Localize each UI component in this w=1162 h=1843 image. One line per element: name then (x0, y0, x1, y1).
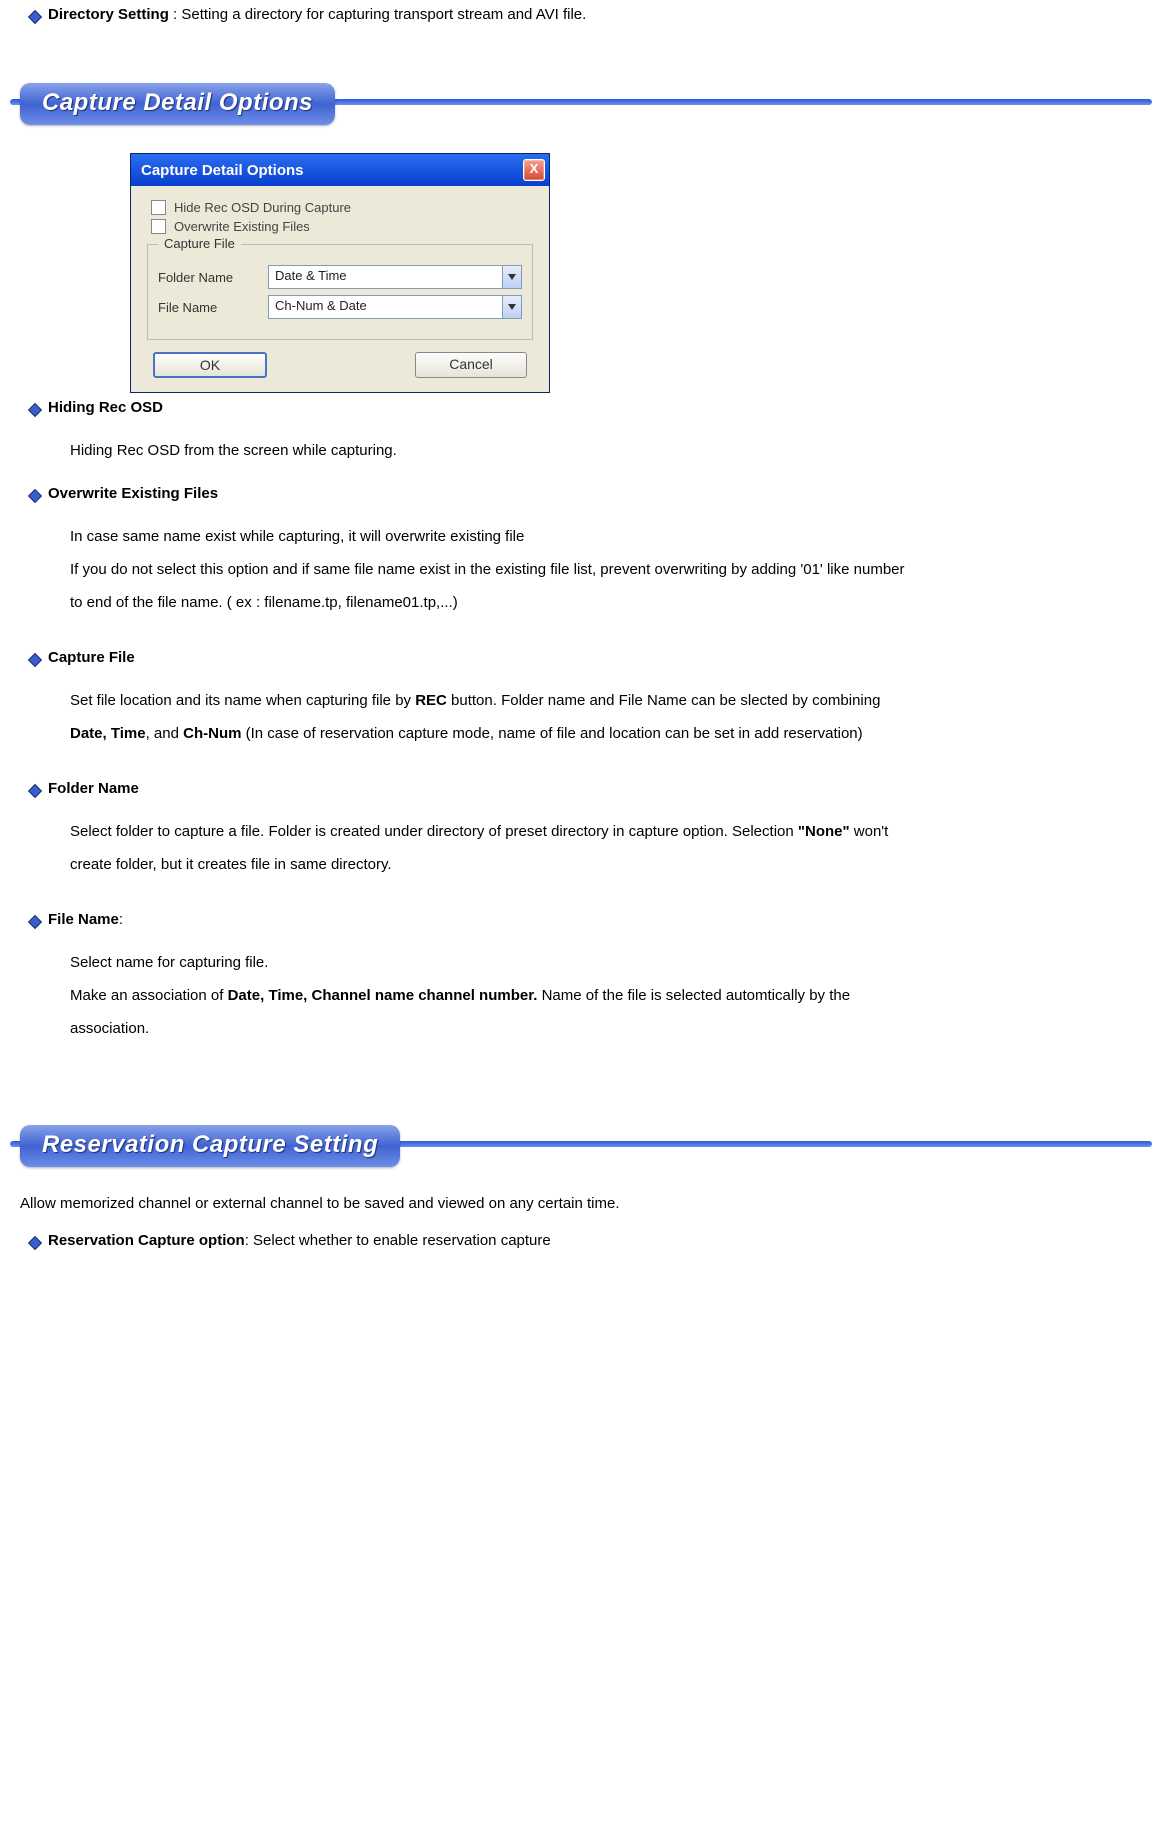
diamond-bullet-icon (28, 10, 42, 24)
folder-name-label: Folder Name (158, 270, 268, 285)
directory-setting-sep: : (169, 6, 182, 23)
capturefile-title: Capture File (48, 649, 135, 666)
directory-setting-title: Directory Setting (48, 6, 169, 23)
bullet-overwrite: Overwrite Existing Files (30, 485, 1152, 502)
hiding-title: Hiding Rec OSD (48, 399, 163, 416)
diamond-bullet-icon (28, 915, 42, 929)
cf-pre: Set file location and its name when capt… (70, 692, 415, 709)
file-name-value: Ch-Num & Date (269, 296, 502, 318)
section1-title: Capture Detail Options (42, 89, 313, 116)
dialog-titlebar: Capture Detail Options X (131, 154, 549, 186)
cancel-button[interactable]: Cancel (415, 352, 527, 378)
diamond-bullet-icon (28, 489, 42, 503)
section-capture-detail-options: Capture Detail Options (10, 83, 1152, 123)
fn-pre: Select folder to capture a file. Folder … (70, 823, 798, 840)
filename-d1: Select name for capturing file. (70, 946, 910, 979)
checkbox-overwrite[interactable] (151, 219, 166, 234)
file-name-label: File Name (158, 300, 268, 315)
folder-name-combo[interactable]: Date & Time (268, 265, 522, 289)
capturefile-desc: Set file location and its name when capt… (70, 684, 910, 750)
overwrite-title: Overwrite Existing Files (48, 485, 218, 502)
chevron-down-icon[interactable] (502, 266, 521, 288)
checkbox-overwrite-row: Overwrite Existing Files (151, 219, 535, 234)
ok-button[interactable]: OK (153, 352, 267, 378)
cf-b2: Date, Time (70, 725, 146, 742)
diamond-bullet-icon (28, 403, 42, 417)
chevron-down-icon[interactable] (502, 296, 521, 318)
filename-pre: Make an association of (70, 987, 228, 1004)
cf-post: (In case of reservation capture mode, na… (241, 725, 862, 742)
bullet-folder-name: Folder Name (30, 780, 1152, 797)
filename-desc: Select name for capturing file. Make an … (70, 946, 910, 1045)
section2-title: Reservation Capture Setting (42, 1131, 378, 1158)
checkbox-hide-rec-osd-row: Hide Rec OSD During Capture (151, 200, 535, 215)
checkbox-hide-rec-osd-label: Hide Rec OSD During Capture (174, 200, 351, 215)
cf-b1: REC (415, 692, 447, 709)
bullet-directory-setting: Directory Setting : Setting a directory … (30, 6, 1152, 23)
overwrite-desc: In case same name exist while capturing,… (70, 520, 910, 619)
filename-b1: Date, Time, Channel name channel number. (228, 987, 538, 1004)
dialog-title-text: Capture Detail Options (141, 162, 304, 179)
reservation-intro: Allow memorized channel or external chan… (20, 1195, 1152, 1212)
res-sep: : (245, 1232, 253, 1249)
cf-b3: Ch-Num (183, 725, 241, 742)
fn-b1: "None" (798, 823, 850, 840)
checkbox-overwrite-label: Overwrite Existing Files (174, 219, 310, 234)
diamond-bullet-icon (28, 653, 42, 667)
res-title: Reservation Capture option (48, 1232, 245, 1249)
directory-setting-desc: Setting a directory for capturing transp… (181, 6, 586, 23)
bullet-reservation-option: Reservation Capture option: Select wheth… (30, 1232, 1152, 1249)
bullet-file-name: File Name: (30, 911, 1152, 928)
checkbox-hide-rec-osd[interactable] (151, 200, 166, 215)
diamond-bullet-icon (28, 784, 42, 798)
bullet-hiding-rec-osd: Hiding Rec OSD (30, 399, 1152, 416)
filename-colon: : (119, 911, 123, 928)
folder-name-value: Date & Time (269, 266, 502, 288)
section-reservation-capture-setting: Reservation Capture Setting (10, 1125, 1152, 1165)
capture-detail-dialog: Capture Detail Options X Hide Rec OSD Du… (130, 153, 550, 393)
cf-mid2: , and (146, 725, 184, 742)
capture-file-group: Capture File Folder Name Date & Time Fil… (147, 244, 533, 340)
diamond-bullet-icon (28, 1236, 42, 1250)
overwrite-d2: If you do not select this option and if … (70, 553, 910, 619)
filename-title: File Name (48, 911, 119, 928)
overwrite-d1: In case same name exist while capturing,… (70, 520, 910, 553)
cf-mid1: button. Folder name and File Name can be… (447, 692, 881, 709)
capture-file-group-title: Capture File (158, 236, 241, 251)
foldername-desc: Select folder to capture a file. Folder … (70, 815, 910, 881)
close-button[interactable]: X (523, 159, 545, 181)
res-desc: Select whether to enable reservation cap… (253, 1232, 551, 1249)
hiding-desc: Hiding Rec OSD from the screen while cap… (70, 434, 910, 467)
foldername-title: Folder Name (48, 780, 139, 797)
file-name-combo[interactable]: Ch-Num & Date (268, 295, 522, 319)
bullet-capture-file: Capture File (30, 649, 1152, 666)
